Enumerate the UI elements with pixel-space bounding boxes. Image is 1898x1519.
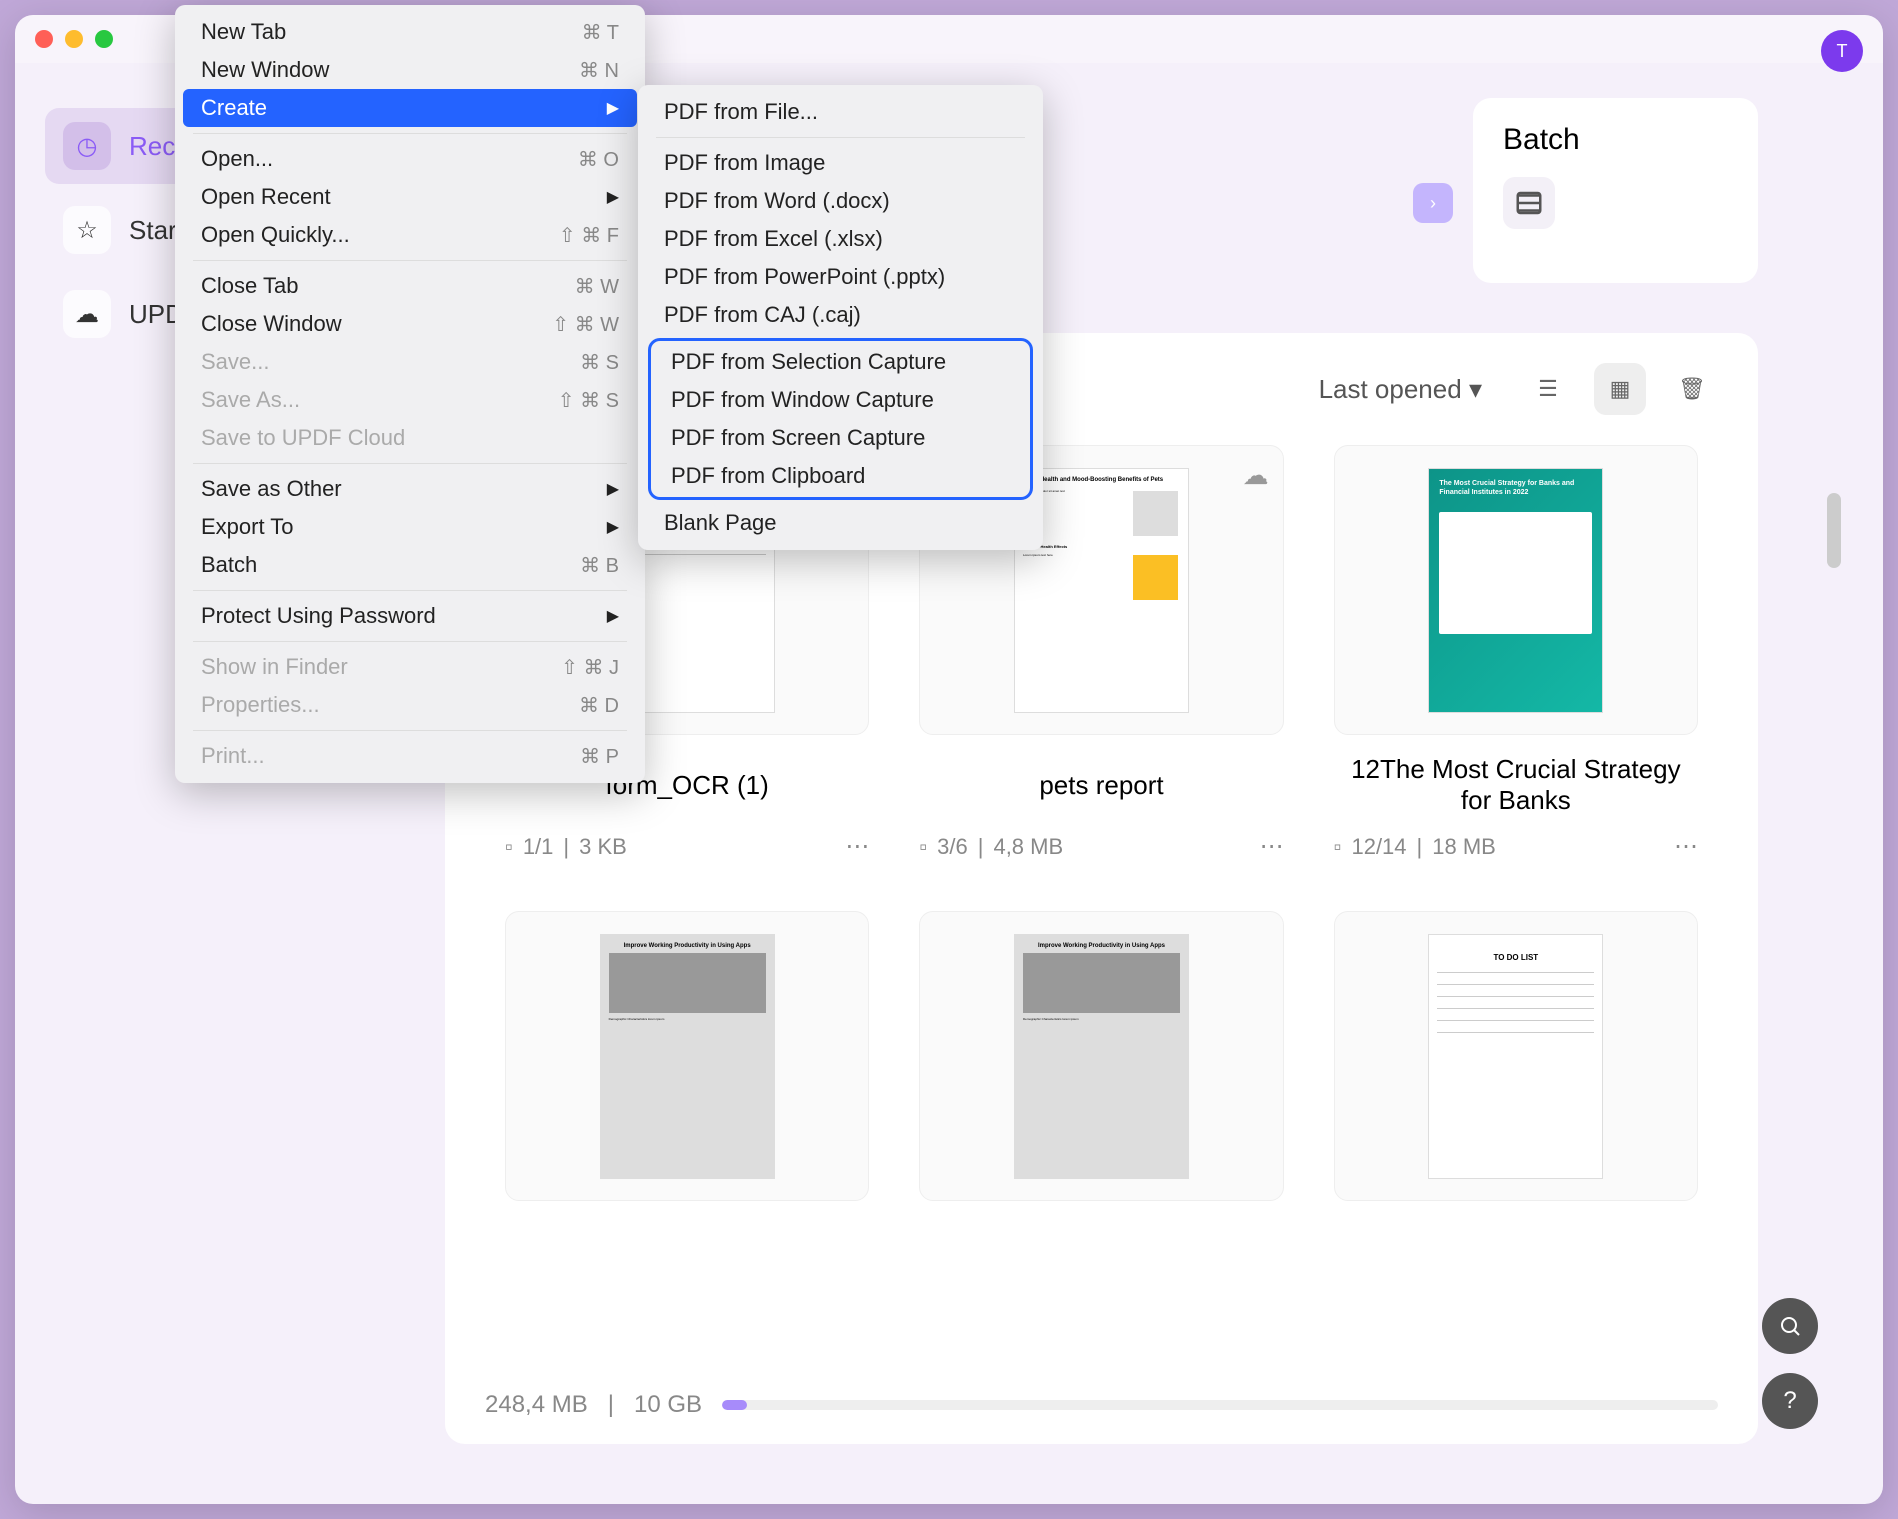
page-icon: ▫: [1334, 834, 1342, 860]
submenu-item[interactable]: PDF from Excel (.xlsx): [646, 220, 1035, 258]
cloud-icon: ☁: [63, 290, 111, 338]
chevron-right-icon: ▶: [607, 479, 619, 499]
sort-dropdown[interactable]: Last opened ▾: [1319, 374, 1482, 405]
file-card[interactable]: TO DO LIST: [1334, 911, 1698, 1216]
menu-item[interactable]: Export To▶: [183, 508, 637, 546]
submenu-item[interactable]: PDF from Selection Capture: [653, 343, 1028, 381]
chevron-right-button[interactable]: ›: [1413, 183, 1453, 223]
app-window: T ◷ Recent ☆ Starred ☁ UPDF Cloud › Batc…: [15, 15, 1883, 1504]
file-thumbnail: The Most Crucial Strategy for Banks and …: [1334, 445, 1698, 735]
menu-item[interactable]: New Window⌘ N: [183, 51, 637, 89]
file-pages: 1/1: [523, 834, 554, 860]
clock-icon: ◷: [63, 122, 111, 170]
file-name: pets report: [919, 750, 1283, 820]
menu-item: Save As...⇧ ⌘ S: [183, 381, 637, 419]
minimize-window-button[interactable]: [65, 30, 83, 48]
menu-item[interactable]: Open...⌘ O: [183, 140, 637, 178]
submenu-item[interactable]: PDF from PowerPoint (.pptx): [646, 258, 1035, 296]
stack-icon: [1503, 177, 1555, 229]
menu-item: Print...⌘ P: [183, 737, 637, 775]
menu-item[interactable]: New Tab⌘ T: [183, 13, 637, 51]
file-thumbnail: TO DO LIST: [1334, 911, 1698, 1201]
file-name: 12The Most Crucial Strategy for Banks: [1334, 750, 1698, 820]
file-meta: ▫ 1/1 | 3 KB ⋯: [505, 832, 869, 861]
file-card[interactable]: Improve Working Productivity in Using Ap…: [919, 911, 1283, 1216]
file-thumbnail: Improve Working Productivity in Using Ap…: [919, 911, 1283, 1201]
menu-item[interactable]: Batch⌘ B: [183, 546, 637, 584]
more-icon[interactable]: ⋯: [1674, 832, 1698, 861]
storage-total: 10 GB: [634, 1391, 702, 1419]
more-icon[interactable]: ⋯: [1260, 832, 1284, 861]
submenu-item[interactable]: PDF from Window Capture: [653, 381, 1028, 419]
file-pages: 12/14: [1351, 834, 1406, 860]
menu-item[interactable]: Open Quickly...⇧ ⌘ F: [183, 216, 637, 254]
storage-track: [722, 1400, 1718, 1410]
submenu-item[interactable]: PDF from Word (.docx): [646, 182, 1035, 220]
file-menu: New Tab⌘ TNew Window⌘ NCreate▶ Open...⌘ O…: [175, 5, 645, 783]
submenu-item[interactable]: PDF from File...: [646, 93, 1035, 131]
traffic-lights: [35, 30, 113, 48]
submenu-item[interactable]: Blank Page: [646, 504, 1035, 542]
menu-item: Save to UPDF Cloud: [183, 419, 637, 457]
search-fab[interactable]: [1762, 1298, 1818, 1354]
menu-item[interactable]: Close Window⇧ ⌘ W: [183, 305, 637, 343]
menu-item: Properties...⌘ D: [183, 686, 637, 724]
storage-fill: [722, 1400, 747, 1410]
batch-card[interactable]: Batch: [1473, 98, 1758, 283]
star-icon: ☆: [63, 206, 111, 254]
file-card[interactable]: The Most Crucial Strategy for Banks and …: [1334, 445, 1698, 861]
scrollbar-thumb[interactable]: [1827, 493, 1841, 568]
menu-item[interactable]: Create▶: [183, 89, 637, 127]
file-meta: ▫ 3/6 | 4,8 MB ⋯: [919, 832, 1283, 861]
menu-item: Show in Finder⇧ ⌘ J: [183, 648, 637, 686]
menu-item[interactable]: Open Recent▶: [183, 178, 637, 216]
storage-used: 248,4 MB: [485, 1391, 588, 1419]
chevron-right-icon: ▶: [607, 606, 619, 626]
submenu-item[interactable]: PDF from Image: [646, 144, 1035, 182]
file-pages: 3/6: [937, 834, 968, 860]
menu-item[interactable]: Save as Other▶: [183, 470, 637, 508]
file-meta: ▫ 12/14 | 18 MB ⋯: [1334, 832, 1698, 861]
cloud-sync-icon: ☁: [1243, 460, 1269, 491]
file-size: 4,8 MB: [993, 834, 1063, 860]
chevron-right-icon: ▶: [607, 517, 619, 537]
more-icon[interactable]: ⋯: [845, 832, 869, 861]
menu-item: Save...⌘ S: [183, 343, 637, 381]
grid-view-button[interactable]: ▦: [1594, 363, 1646, 415]
submenu-item[interactable]: PDF from CAJ (.caj): [646, 296, 1035, 334]
storage-bar: 248,4 MB | 10 GB: [485, 1391, 1718, 1419]
help-fab[interactable]: ?: [1762, 1373, 1818, 1429]
list-view-button[interactable]: ☰: [1522, 363, 1574, 415]
chevron-down-icon: ▾: [1469, 374, 1482, 404]
file-thumbnail: Improve Working Productivity in Using Ap…: [505, 911, 869, 1201]
close-window-button[interactable]: [35, 30, 53, 48]
submenu-item[interactable]: PDF from Screen Capture: [653, 419, 1028, 457]
page-icon: ▫: [919, 834, 927, 860]
file-card[interactable]: Improve Working Productivity in Using Ap…: [505, 911, 869, 1216]
delete-button[interactable]: 🗑: [1666, 363, 1718, 415]
create-submenu: PDF from File...PDF from ImagePDF from W…: [638, 85, 1043, 550]
files-grid: TO DO LIST form_OCR (1) ▫ 1/1 | 3 KB ⋯: [485, 445, 1718, 1216]
chevron-right-icon: ▶: [607, 187, 619, 207]
file-size: 18 MB: [1432, 834, 1496, 860]
menu-item[interactable]: Protect Using Password▶: [183, 597, 637, 635]
page-icon: ▫: [505, 834, 513, 860]
menu-item[interactable]: Close Tab⌘ W: [183, 267, 637, 305]
submenu-item[interactable]: PDF from Clipboard: [653, 457, 1028, 495]
batch-title: Batch: [1503, 123, 1728, 157]
chevron-right-icon: ▶: [607, 98, 619, 118]
maximize-window-button[interactable]: [95, 30, 113, 48]
file-size: 3 KB: [579, 834, 627, 860]
